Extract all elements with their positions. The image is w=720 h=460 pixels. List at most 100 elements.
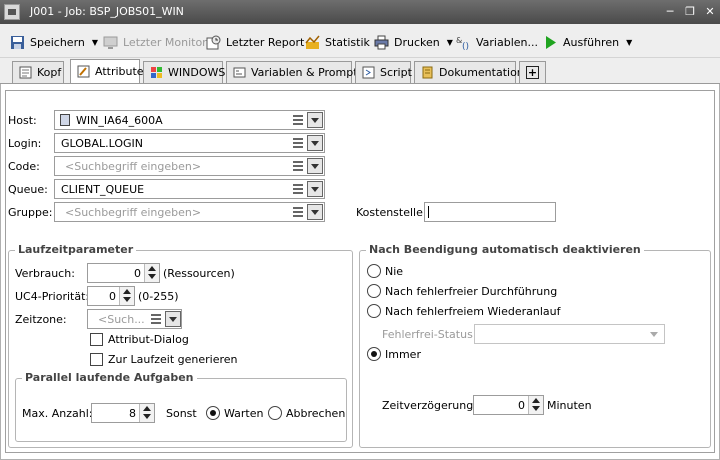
abort-label: Abbrechen (286, 407, 346, 420)
save-dropdown-icon[interactable]: ▼ (92, 38, 98, 47)
deactivate-after-success-label: Nach fehlerfreier Durchführung (385, 285, 558, 298)
delay-unit: Minuten (547, 399, 592, 412)
toolbar: Speichern ▼ Letzter Monitor Letzter Repo… (0, 24, 720, 58)
timezone-list-icon[interactable] (148, 311, 164, 327)
tab-attribute[interactable]: Attribute (70, 59, 144, 83)
runtime-parameters-title: Laufzeitparameter (15, 243, 137, 256)
script-icon (362, 66, 375, 79)
queue-dropdown-icon[interactable] (307, 181, 323, 197)
deactivate-always-radio[interactable] (367, 347, 381, 361)
delay-spinner[interactable]: 0 (473, 395, 544, 415)
group-field[interactable]: <Suchbegriff eingeben> (54, 202, 325, 222)
priority-spinner[interactable]: 0 (87, 286, 135, 306)
login-label: Login: (8, 137, 42, 150)
execute-dropdown-icon[interactable]: ▼ (626, 38, 632, 47)
login-list-icon[interactable] (290, 135, 306, 151)
save-icon (10, 35, 25, 50)
statistics-button[interactable]: Statistik (305, 33, 370, 51)
login-field[interactable]: GLOBAL.LOGIN (54, 133, 325, 153)
title-bar: J001 - Job: BSP_JOBS01_WIN ─ ❐ ✕ (0, 0, 720, 24)
print-dropdown-icon[interactable]: ▼ (447, 38, 453, 47)
tab-bar: Kopf Attribute WINDOWS Variablen & Promp… (0, 58, 720, 84)
cost-center-label: Kostenstelle: (356, 206, 427, 219)
documentation-icon (421, 66, 434, 79)
attribute-dialog-label: Attribut-Dialog (108, 333, 189, 346)
consumption-label: Verbrauch: (15, 267, 75, 280)
wait-label: Warten (224, 407, 264, 420)
tab-windows[interactable]: WINDOWS (143, 61, 225, 83)
else-label: Sonst (166, 407, 197, 420)
close-icon[interactable]: ✕ (704, 6, 716, 18)
host-list-icon[interactable] (290, 112, 306, 128)
login-dropdown-icon[interactable] (307, 135, 323, 151)
queue-list-icon[interactable] (290, 181, 306, 197)
monitor-icon (103, 35, 118, 50)
deactivate-after-success-radio[interactable] (367, 284, 381, 298)
consumption-spinner[interactable]: 0 (87, 263, 160, 283)
host-server-icon (60, 114, 70, 126)
tab-dokumentation[interactable]: Dokumentation (414, 61, 524, 83)
priority-range: (0-255) (138, 290, 179, 303)
max-count-spinner[interactable]: 8 (91, 403, 155, 423)
generate-runtime-checkbox[interactable] (90, 353, 103, 366)
queue-label: Queue: (8, 183, 48, 196)
code-field[interactable]: <Suchbegriff eingeben> (54, 156, 325, 176)
windows-logo-icon (150, 66, 163, 79)
save-button[interactable]: Speichern ▼ (10, 33, 98, 51)
variables-button[interactable]: &() Variablen... (456, 33, 538, 52)
svg-text:(): () (462, 42, 469, 50)
variables-prompts-icon (233, 66, 246, 79)
last-report-button[interactable]: Letzter Report (206, 33, 304, 51)
timezone-label: Zeitzone: (15, 313, 67, 326)
group-dropdown-icon[interactable] (307, 204, 323, 220)
job-window-icon (4, 4, 20, 20)
success-status-dropdown-icon[interactable] (646, 326, 662, 342)
header-tab-icon (19, 66, 32, 79)
cost-center-input[interactable] (424, 202, 556, 222)
add-tab-button[interactable]: + (519, 61, 546, 83)
timezone-dropdown-icon[interactable] (165, 311, 181, 327)
host-dropdown-icon[interactable] (307, 112, 323, 128)
group-list-icon[interactable] (290, 204, 306, 220)
host-field[interactable]: WIN_IA64_600A (54, 110, 325, 130)
generate-runtime-label: Zur Laufzeit generieren (108, 353, 238, 366)
consumption-spin-arrows-icon[interactable] (144, 264, 159, 282)
delay-spin-arrows-icon[interactable] (528, 396, 543, 414)
code-list-icon[interactable] (290, 158, 306, 174)
variables-icon: &() (456, 35, 471, 52)
priority-label: UC4-Priorität: (15, 290, 90, 303)
last-monitor-button[interactable]: Letzter Monitor (103, 33, 207, 51)
max-count-label: Max. Anzahl: (22, 407, 93, 420)
code-dropdown-icon[interactable] (307, 158, 323, 174)
deactivate-never-radio[interactable] (367, 264, 381, 278)
attributes-tab-icon (77, 65, 90, 78)
report-icon (206, 35, 221, 50)
print-button[interactable]: Drucken ▼ (374, 33, 453, 51)
success-status-select[interactable] (474, 324, 665, 344)
code-label: Code: (8, 160, 40, 173)
deactivate-never-label: Nie (385, 265, 404, 278)
attribute-dialog-checkbox[interactable] (90, 333, 103, 346)
auto-deactivate-title: Nach Beendigung automatisch deaktivieren (366, 243, 644, 256)
priority-spin-arrows-icon[interactable] (119, 287, 134, 305)
deactivate-after-restart-radio[interactable] (367, 304, 381, 318)
text-cursor (428, 206, 429, 218)
success-status-label: Fehlerfrei-Status: (382, 328, 477, 341)
max-count-spin-arrows-icon[interactable] (139, 404, 154, 422)
tab-variables-prompts[interactable]: Variablen & Prompts (226, 61, 363, 83)
tab-script[interactable]: Script (355, 61, 412, 83)
minimize-icon[interactable]: ─ (664, 6, 676, 18)
restore-icon[interactable]: ❐ (684, 6, 696, 18)
execute-button[interactable]: Ausführen ▼ (543, 33, 632, 51)
timezone-field[interactable]: <Such... (87, 309, 182, 329)
abort-radio[interactable] (268, 406, 282, 420)
add-icon: + (526, 66, 539, 79)
parallel-tasks-title: Parallel laufende Aufgaben (22, 371, 197, 384)
wait-radio[interactable] (206, 406, 220, 420)
deactivate-after-restart-label: Nach fehlerfreiem Wiederanlauf (385, 305, 561, 318)
window-title: J001 - Job: BSP_JOBS01_WIN (30, 5, 184, 18)
play-icon (543, 35, 558, 50)
printer-icon (374, 35, 389, 50)
tab-kopf[interactable]: Kopf (12, 61, 64, 83)
queue-field[interactable]: CLIENT_QUEUE (54, 179, 325, 199)
